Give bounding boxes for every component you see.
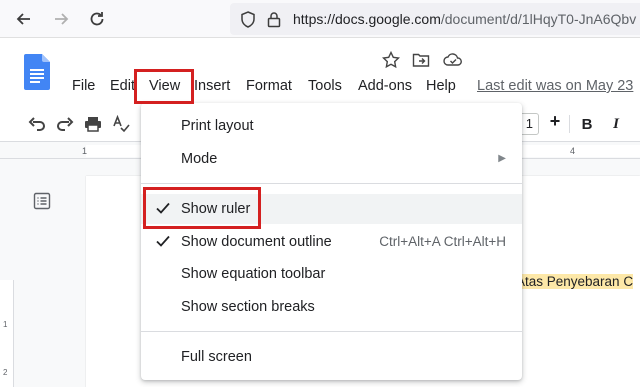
- url-text: https://docs.google.com/document/d/1lHqy…: [293, 11, 636, 27]
- menu-add-ons[interactable]: Add-ons: [358, 78, 412, 94]
- spellcheck-icon[interactable]: [111, 115, 131, 133]
- ruler-label: 4: [570, 146, 576, 156]
- menu-item-label: Mode: [181, 151, 218, 167]
- reload-icon[interactable]: [86, 8, 108, 30]
- menu-item-print-layout[interactable]: Print layout: [141, 111, 522, 141]
- lock-icon[interactable]: [267, 11, 281, 33]
- menu-item-show-equation-toolbar[interactable]: Show equation toolbar: [141, 259, 522, 289]
- vertical-ruler[interactable]: 1 2: [0, 280, 14, 387]
- shield-icon[interactable]: [240, 11, 256, 33]
- highlighted-document-text[interactable]: Atas Penyebaran C: [516, 274, 634, 289]
- menu-edit[interactable]: Edit: [110, 78, 135, 94]
- menu-item-show-section-breaks[interactable]: Show section breaks: [141, 292, 522, 322]
- browser-toolbar: https://docs.google.com/document/d/1lHqy…: [0, 0, 640, 38]
- last-edit-link[interactable]: Last edit was on May 23: [477, 78, 633, 94]
- vruler-label: 2: [3, 368, 8, 377]
- view-menu-dropdown: Print layout Mode ▶ Show ruler Show docu…: [141, 103, 522, 380]
- increase-font-size-button[interactable]: +: [545, 111, 565, 131]
- cloud-saved-icon[interactable]: [443, 51, 463, 74]
- menu-item-label: Show section breaks: [181, 299, 315, 315]
- redo-icon[interactable]: [55, 115, 75, 133]
- menu-insert[interactable]: Insert: [194, 78, 230, 94]
- document-outline-icon[interactable]: [33, 192, 51, 215]
- submenu-arrow-icon: ▶: [498, 153, 506, 164]
- menu-item-shortcut: Ctrl+Alt+A Ctrl+Alt+H: [379, 234, 506, 249]
- ruler-label: 1: [82, 146, 88, 156]
- italic-button[interactable]: I: [606, 115, 626, 133]
- forward-arrow-icon[interactable]: [50, 8, 72, 30]
- menu-item-show-document-outline[interactable]: Show document outline Ctrl+Alt+A Ctrl+Al…: [141, 227, 522, 257]
- menu-divider: [141, 331, 522, 332]
- checkmark-icon: [155, 233, 171, 254]
- menu-item-full-screen[interactable]: Full screen: [141, 342, 522, 372]
- menu-file[interactable]: File: [72, 78, 95, 94]
- vruler-label: 1: [3, 320, 8, 329]
- menu-divider: [141, 183, 522, 184]
- view-menu-highlight-box: [134, 69, 194, 104]
- menu-item-label: Full screen: [181, 349, 252, 365]
- menu-item-mode[interactable]: Mode ▶: [141, 144, 522, 174]
- menu-help[interactable]: Help: [426, 78, 456, 94]
- address-bar[interactable]: https://docs.google.com/document/d/1lHqy…: [230, 3, 640, 35]
- move-folder-icon[interactable]: [412, 51, 430, 74]
- docs-header: File Edit View Insert Format Tools Add-o…: [0, 38, 640, 106]
- back-arrow-icon[interactable]: [13, 8, 35, 30]
- menu-item-label: Print layout: [181, 118, 254, 134]
- url-path: /document/d/1lHqyT0-JnA6Qbv: [440, 11, 637, 27]
- menu-item-label: Show equation toolbar: [181, 266, 326, 282]
- bold-button[interactable]: B: [577, 115, 597, 133]
- menu-item-label: Show document outline: [181, 234, 332, 250]
- show-ruler-highlight-box: [143, 187, 261, 229]
- url-host: https://docs.google.com: [293, 11, 441, 27]
- print-icon[interactable]: [83, 115, 103, 133]
- star-icon[interactable]: [381, 50, 401, 74]
- undo-icon[interactable]: [27, 115, 47, 133]
- toolbar-divider: [569, 115, 570, 133]
- menu-tools[interactable]: Tools: [308, 78, 342, 94]
- menu-format[interactable]: Format: [246, 78, 292, 94]
